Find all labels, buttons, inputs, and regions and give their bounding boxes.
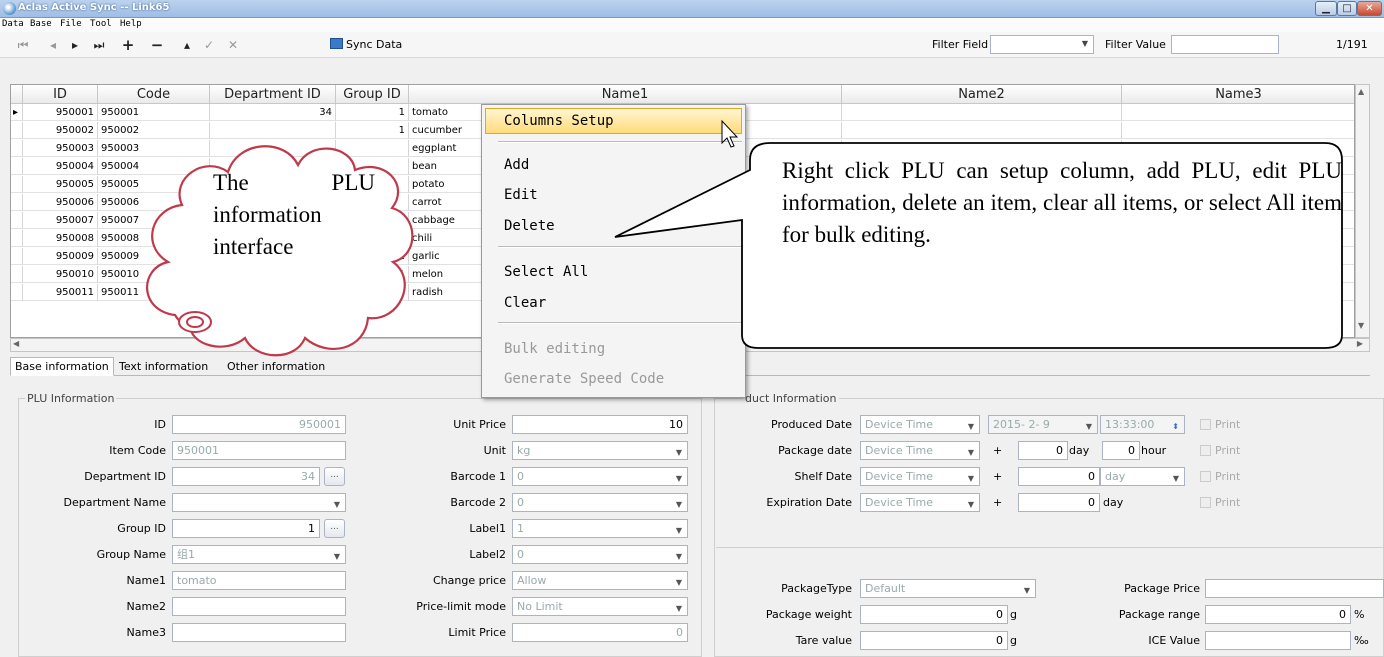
cloud-annotation-text: The PLU information interface — [213, 170, 375, 259]
annotation-overlay — [146, 119, 1343, 357]
thought-bubble-large — [178, 311, 212, 333]
callout-annotation-text: Right click PLU can setup column, add PL… — [782, 158, 1342, 247]
mouse-cursor-icon — [721, 119, 739, 148]
